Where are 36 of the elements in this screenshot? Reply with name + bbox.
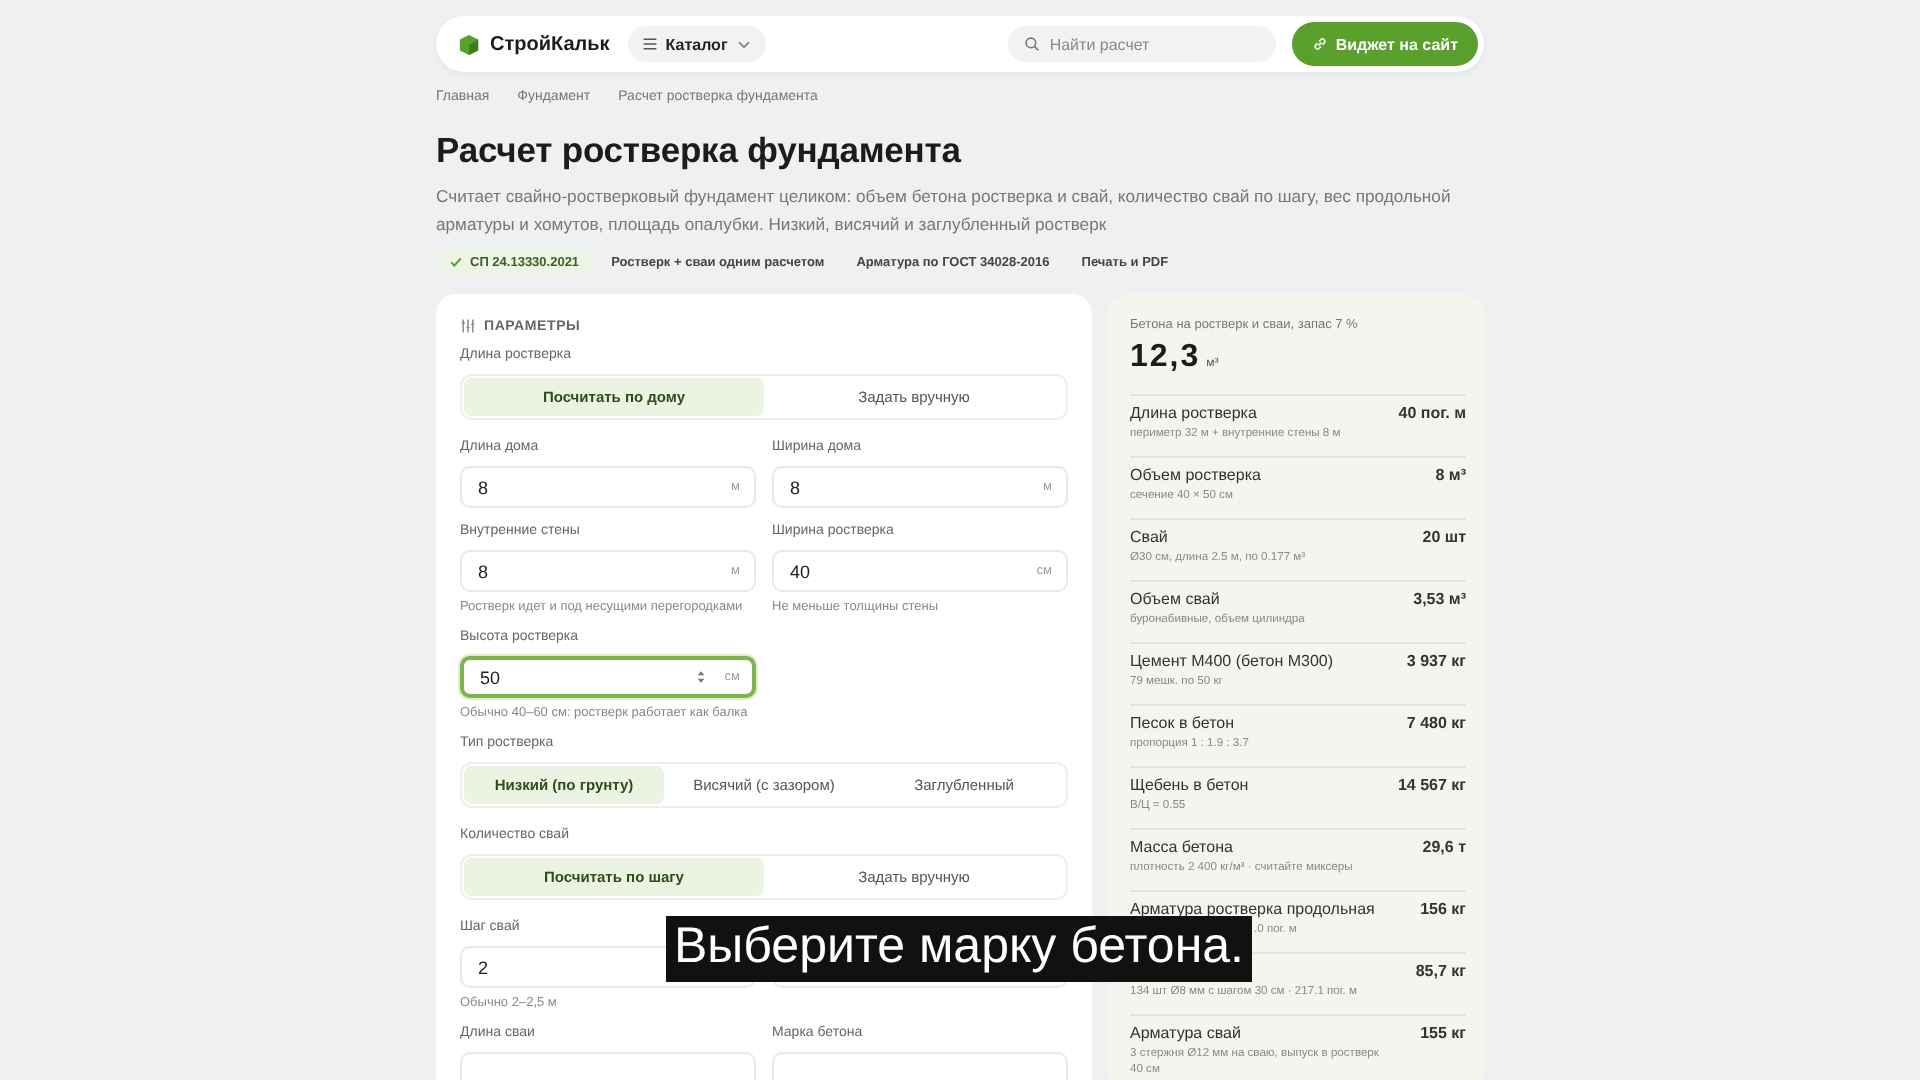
- total-value: 12,3: [1130, 340, 1201, 376]
- search-icon: [1023, 36, 1040, 52]
- result-value: 3 937 кг: [1406, 652, 1466, 670]
- result-name: Объем свай: [1130, 590, 1222, 608]
- result-value: 29,6 т: [1422, 838, 1466, 856]
- result-name: Свай: [1130, 528, 1170, 546]
- menu-icon: [641, 36, 658, 52]
- result-name: Арматура свай: [1130, 1024, 1243, 1042]
- page-description: Считает свайно-ростверковый фундамент целиком: объем бетона ростверка и свай, количество свай по шагу, вес продольной арматуры и хомутов, площадь опалубки. Низкий, висячий и заглубленный ростверк: [436, 184, 1453, 238]
- result-name: Масса бетона: [1130, 838, 1235, 856]
- page-title: Расчет ростверка фундамента: [436, 130, 964, 172]
- result-value: 14 567 кг: [1397, 776, 1466, 794]
- catalog-button[interactable]: Каталог: [627, 26, 766, 62]
- result-value: 7 480 кг: [1406, 714, 1466, 732]
- check-icon: [448, 254, 464, 270]
- cube-icon: [458, 33, 480, 55]
- result-value: 85,7 кг: [1415, 962, 1466, 980]
- stepper-icon[interactable]: [696, 668, 706, 686]
- logo-text[interactable]: СтройКальк: [490, 33, 610, 55]
- result-value: 20 шт: [1422, 528, 1466, 546]
- chevron-down-icon: [735, 36, 752, 52]
- result-value: 8 м³: [1435, 466, 1466, 484]
- subtitle-toast: Выберите марку бетона.: [666, 916, 1252, 982]
- result-value: 3,53 м³: [1413, 590, 1466, 608]
- result-name: Длина ростверка: [1130, 404, 1259, 422]
- result-name: Песок в бетон: [1130, 714, 1237, 732]
- result-name: Щебень в бетон: [1130, 776, 1251, 794]
- result-name: Объем ростверка: [1130, 466, 1263, 484]
- link-icon: [1311, 36, 1328, 52]
- result-value: 156 кг: [1420, 900, 1466, 918]
- result-name: Арматура ростверка продольная: [1130, 900, 1377, 918]
- result-value: 40 пог. м: [1398, 404, 1466, 422]
- sliders-icon: [460, 318, 476, 334]
- result-name: Цемент М400 (бетон М300): [1130, 652, 1336, 670]
- search-field[interactable]: Найти расчет: [1007, 26, 1276, 62]
- result-value: 155 кг: [1420, 1024, 1466, 1042]
